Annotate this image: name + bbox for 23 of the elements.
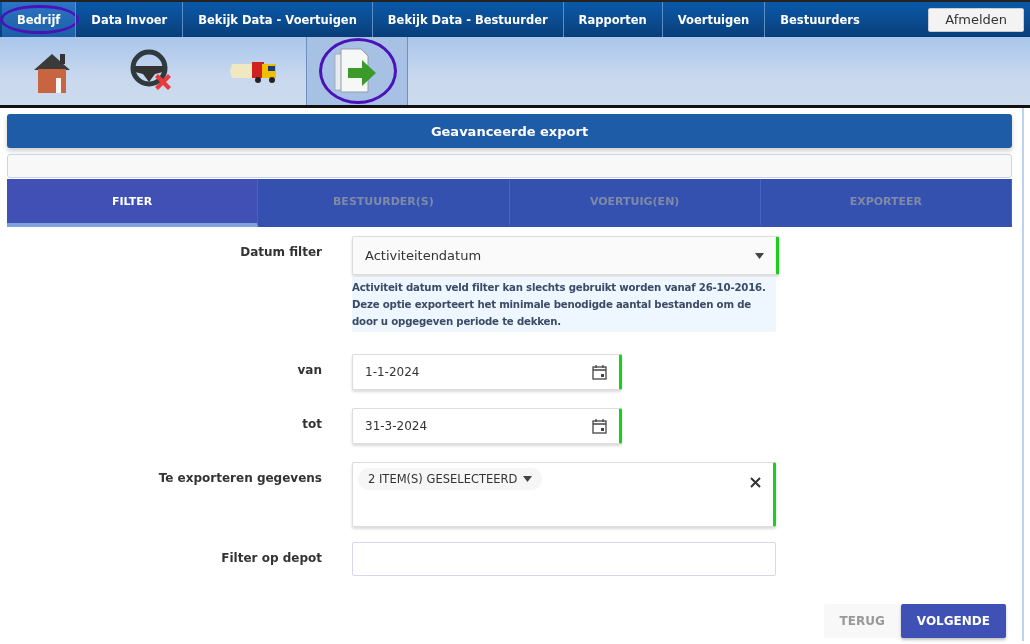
clear-icon[interactable] xyxy=(750,477,761,488)
date-field[interactable]: 31-3-2024 xyxy=(352,408,622,444)
caret-icon xyxy=(755,252,764,259)
menu-item[interactable]: Bedrijf xyxy=(2,2,76,37)
toolbar-item[interactable] xyxy=(306,37,408,105)
calendar-icon[interactable] xyxy=(592,418,607,434)
date-field[interactable]: 1-1-2024 xyxy=(352,354,622,390)
field-label: tot xyxy=(301,416,322,433)
calendar-icon[interactable] xyxy=(592,364,607,380)
field-label: van xyxy=(296,362,322,379)
logout-button[interactable]: Afmelden xyxy=(928,7,1024,32)
caret-icon xyxy=(523,476,533,482)
wizard-tab[interactable]: FILTER xyxy=(7,179,259,227)
selection-chip[interactable]: 2 ITEM(S) GESELECTEERD xyxy=(358,468,543,490)
next-button[interactable]: VOLGENDE xyxy=(900,604,1006,638)
depot-field[interactable] xyxy=(352,542,776,576)
multiselect-field[interactable]: 2 ITEM(S) GESELECTEERD xyxy=(352,462,776,527)
field-label: Filter op depot xyxy=(220,550,322,567)
date-filter-select[interactable]: Activiteitendatum xyxy=(352,236,779,275)
hint-text: Activiteit datum veld filter kan slechts gebruikt worden vanaf 26-10-2016. Deze optie exporteert het minimale benodigde aantal bestanden om de door u opgegeven periode te dekken. xyxy=(352,277,776,332)
field-label: Datum filter xyxy=(239,244,322,261)
panel-title: Geavanceerde export xyxy=(7,114,1012,148)
field-label: Te exporteren gegevens xyxy=(157,470,322,487)
